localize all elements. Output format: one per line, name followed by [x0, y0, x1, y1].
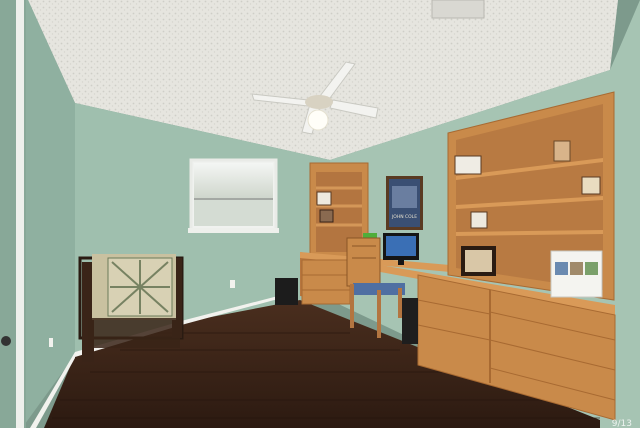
watermark-text: 9/13 — [612, 419, 632, 428]
room-illustration: JOHN COLE 9/13 — [0, 0, 640, 428]
photo-frame — [553, 140, 571, 162]
wall-outlet — [230, 280, 235, 288]
quilt-rack — [78, 254, 184, 362]
photo-frame — [454, 155, 482, 175]
trash-bin — [275, 278, 298, 305]
computer-tower — [402, 298, 418, 344]
room-photo: JOHN COLE 9/13 — [0, 0, 640, 428]
photo-frame — [470, 211, 488, 229]
fan-light — [307, 109, 329, 131]
photo-frame — [316, 191, 332, 206]
ceiling-vent — [431, 0, 485, 19]
photo-frame — [319, 209, 334, 223]
poster-caption: JOHN COLE — [391, 214, 417, 220]
photo-frame — [581, 176, 601, 195]
door-handle — [1, 336, 11, 346]
framed-poster: JOHN COLE — [386, 176, 423, 230]
